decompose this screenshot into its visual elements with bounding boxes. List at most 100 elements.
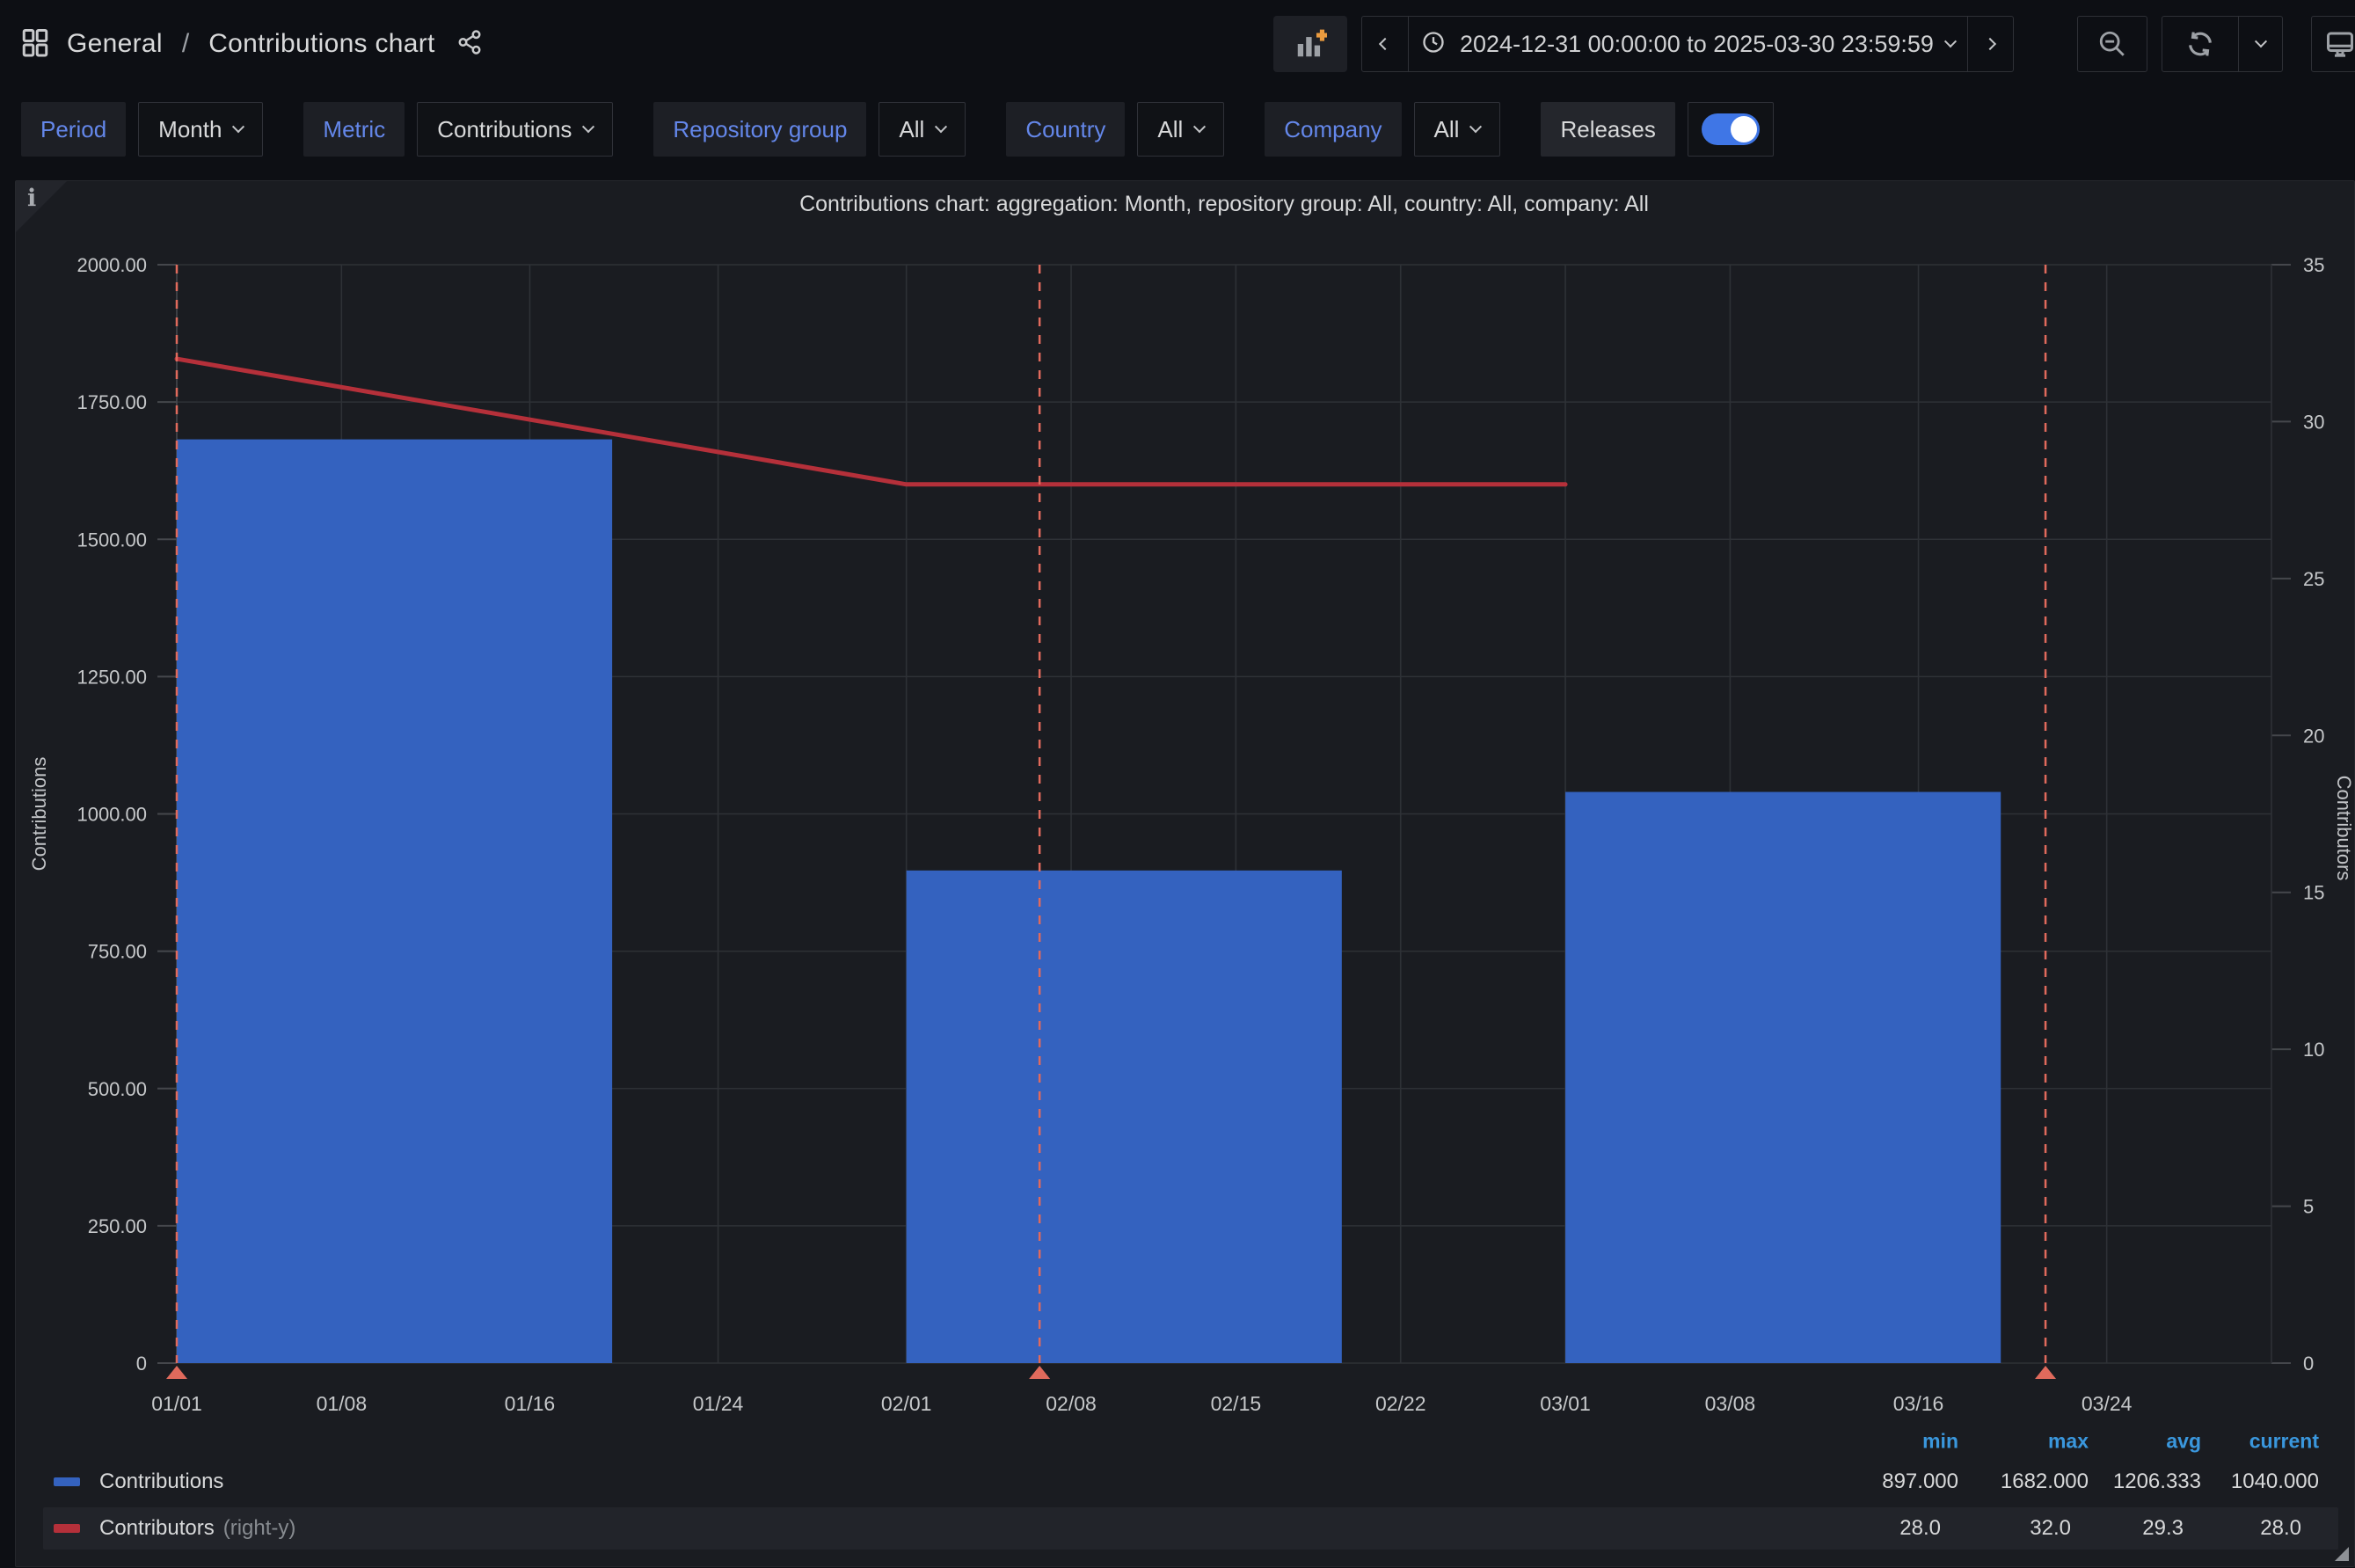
breadcrumb-section[interactable]: General — [67, 29, 163, 59]
x-axis-tick-label: 02/08 — [1046, 1392, 1097, 1415]
x-axis-tick-label: 01/08 — [317, 1392, 368, 1415]
time-range-button[interactable]: 2024-12-31 00:00:00 to 2025-03-30 23:59:… — [1408, 17, 1967, 71]
company-value: All — [1434, 116, 1460, 143]
right-axis-tick-label: 0 — [2303, 1353, 2314, 1375]
right-axis-tick-label: 30 — [2303, 411, 2324, 433]
breadcrumb: General / Contributions chart — [19, 0, 483, 88]
top-bar: General / Contributions chart — [0, 0, 2355, 88]
x-axis-tick-label: 01/24 — [693, 1392, 744, 1415]
filter-label-metric: Metric — [303, 102, 405, 157]
chevron-left-icon — [1379, 38, 1391, 50]
clock-icon — [1421, 30, 1446, 59]
monitor-icon — [2324, 28, 2355, 60]
filter-label-repository-group: Repository group — [653, 102, 866, 157]
contributions-chart-panel: i Contributions chart: aggregation: Mont… — [15, 180, 2355, 1567]
x-axis-tick-label: 02/15 — [1211, 1392, 1262, 1415]
x-axis-tick-label: 03/24 — [2082, 1392, 2133, 1415]
left-axis-tick-label: 250.00 — [88, 1215, 147, 1237]
filter-label-period: Period — [21, 102, 126, 157]
x-axis-tick-label: 01/16 — [505, 1392, 556, 1415]
stat-header-current[interactable]: current — [2090, 1430, 2319, 1454]
x-axis-tick-label: 03/01 — [1540, 1392, 1591, 1415]
toggle-knob — [1731, 116, 1757, 142]
bar-03/01[interactable] — [1565, 792, 2001, 1363]
breadcrumb-separator: / — [179, 29, 193, 59]
refresh-button[interactable] — [2162, 17, 2238, 71]
filter-label-country: Country — [1006, 102, 1125, 157]
right-axis-tick-label: 15 — [2303, 882, 2324, 904]
left-axis-tick-label: 0 — [136, 1353, 147, 1375]
legend-swatch-contributors — [54, 1524, 80, 1533]
releases-toggle-container — [1688, 102, 1774, 157]
time-range-text: 2024-12-31 00:00:00 to 2025-03-30 23:59:… — [1449, 31, 1946, 58]
time-shift-back-button[interactable] — [1362, 17, 1408, 71]
right-axis-tick-label: 10 — [2303, 1039, 2324, 1061]
dashboards-grid-icon[interactable] — [19, 26, 51, 62]
release-annotation-marker[interactable] — [166, 1366, 187, 1379]
release-annotation-marker[interactable] — [2035, 1366, 2056, 1379]
right-axis-tick-label: 35 — [2303, 254, 2324, 276]
share-icon[interactable] — [456, 29, 483, 60]
company-select[interactable]: All — [1414, 102, 1501, 157]
breadcrumb-page-title: Contributions chart — [208, 29, 435, 59]
time-range-picker: 2024-12-31 00:00:00 to 2025-03-30 23:59:… — [1361, 16, 2014, 72]
metric-value: Contributions — [437, 116, 572, 143]
left-axis-tick-label: 1750.00 — [77, 391, 147, 413]
add-panel-button[interactable] — [1273, 16, 1347, 72]
left-axis-tick-label: 1500.00 — [77, 529, 147, 551]
refresh-icon — [2185, 29, 2215, 59]
x-axis-tick-label: 02/01 — [881, 1392, 932, 1415]
right-axis-tick-label: 5 — [2303, 1196, 2314, 1218]
chevron-down-icon — [2254, 35, 2266, 47]
releases-toggle[interactable] — [1702, 113, 1760, 145]
period-select[interactable]: Month — [138, 102, 263, 157]
legend-label[interactable]: Contributors — [99, 1516, 215, 1541]
left-axis-tick-label: 2000.00 — [77, 254, 147, 276]
legend-stats-header: min max avg current — [16, 1428, 2355, 1455]
chart-plot-area[interactable]: 0 250.00 500.00 750.00 1000.00 1250.00 1500.00… — [16, 181, 2355, 1568]
period-value: Month — [158, 116, 222, 143]
left-axis-title: Contributions — [28, 757, 50, 872]
repository-group-value: All — [899, 116, 924, 143]
chevron-down-icon — [1193, 120, 1206, 133]
country-value: All — [1157, 116, 1183, 143]
filter-bar: Period Month Metric Contributions Reposi… — [21, 102, 1774, 157]
chevron-right-icon — [1984, 38, 1996, 50]
chevron-down-icon — [1944, 35, 1957, 47]
chevron-down-icon — [935, 120, 947, 133]
kiosk-mode-button[interactable] — [2311, 16, 2355, 72]
metric-select[interactable]: Contributions — [417, 102, 613, 157]
x-axis-tick-label: 03/08 — [1705, 1392, 1756, 1415]
time-shift-forward-button[interactable] — [1967, 17, 2013, 71]
legend-swatch-contributions — [54, 1477, 80, 1486]
bar-01/01[interactable] — [177, 440, 612, 1363]
repository-group-select[interactable]: All — [879, 102, 966, 157]
stat-current: 1040.000 — [2090, 1470, 2319, 1494]
release-annotation-marker[interactable] — [1029, 1366, 1050, 1379]
left-axis-tick-label: 1000.00 — [77, 804, 147, 826]
bar-02/01[interactable] — [907, 871, 1342, 1363]
refresh-controls — [2162, 16, 2283, 72]
x-axis-tick-label: 02/22 — [1375, 1392, 1426, 1415]
legend-row-contributors[interactable]: Contributors (right-y) 28.0 32.0 29.3 28… — [43, 1507, 2338, 1550]
left-axis-tick-label: 500.00 — [88, 1078, 147, 1100]
legend-label-suffix: (right-y) — [223, 1516, 296, 1541]
legend-row-contributions[interactable]: Contributions 897.000 1682.000 1206.333 … — [16, 1462, 2355, 1502]
chevron-down-icon — [582, 120, 594, 133]
right-axis-tick-label: 25 — [2303, 568, 2324, 590]
panel-resize-handle[interactable] — [2335, 1547, 2349, 1561]
legend-label[interactable]: Contributions — [99, 1470, 223, 1494]
refresh-interval-dropdown[interactable] — [2238, 17, 2282, 71]
stat-current: 28.0 — [2073, 1516, 2301, 1541]
releases-label: Releases — [1541, 102, 1674, 157]
zoom-out-icon — [2097, 29, 2127, 59]
left-axis-tick-label: 1250.00 — [77, 666, 147, 688]
filter-label-company: Company — [1265, 102, 1401, 157]
zoom-out-time-button[interactable] — [2077, 16, 2147, 72]
right-axis-title: Contributors — [2333, 776, 2355, 881]
left-axis-tick-label: 750.00 — [88, 941, 147, 963]
x-axis-tick-label: 03/16 — [1893, 1392, 1944, 1415]
country-select[interactable]: All — [1137, 102, 1224, 157]
right-axis-tick-label: 20 — [2303, 725, 2324, 747]
x-axis-tick-label: 01/01 — [151, 1392, 202, 1415]
